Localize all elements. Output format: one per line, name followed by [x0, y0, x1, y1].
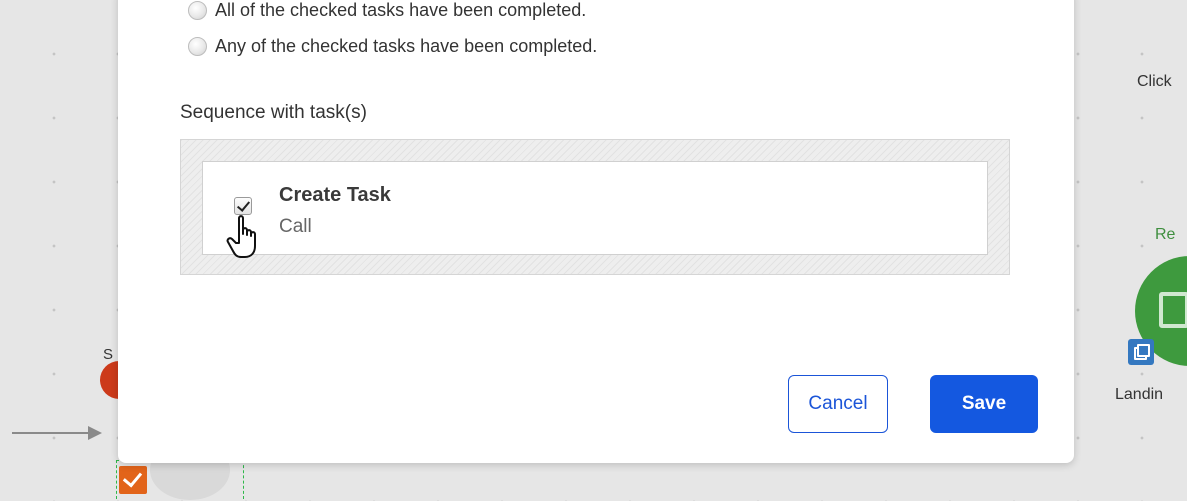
- radio-option-any[interactable]: Any of the checked tasks have been compl…: [188, 36, 597, 57]
- page-icon: [1159, 292, 1187, 328]
- radio-option-all[interactable]: All of the checked tasks have been compl…: [188, 0, 586, 21]
- sequence-section-label: Sequence with task(s): [180, 102, 367, 123]
- task-node-check-icon[interactable]: [119, 466, 147, 494]
- arrow-right-icon: [88, 426, 102, 440]
- task-type: Call: [279, 216, 312, 237]
- checkmark-icon: [236, 198, 251, 212]
- radio-all-label: All of the checked tasks have been compl…: [215, 0, 587, 20]
- cancel-button[interactable]: Cancel: [788, 375, 888, 433]
- task-title: Create Task: [279, 184, 391, 206]
- radio-any-label: Any of the checked tasks have been compl…: [215, 36, 598, 56]
- canvas-label-landing: Landin: [1115, 386, 1164, 403]
- canvas-label-click: Click: [1137, 73, 1172, 90]
- task-list: Create Task Call: [180, 139, 1010, 275]
- radio-any[interactable]: [188, 37, 207, 56]
- landing-page-icon: [1128, 339, 1154, 365]
- radio-all[interactable]: [188, 1, 207, 20]
- canvas-label-green: Re: [1155, 226, 1176, 243]
- sequence-dialog: All of the checked tasks have been compl…: [118, 0, 1074, 463]
- save-button[interactable]: Save: [930, 375, 1038, 433]
- canvas-label-left: S: [103, 346, 114, 363]
- task-checkbox[interactable]: [234, 197, 252, 215]
- connector-line: [12, 432, 92, 434]
- hand-cursor-icon: [226, 215, 256, 258]
- task-item[interactable]: Create Task Call: [202, 161, 988, 258]
